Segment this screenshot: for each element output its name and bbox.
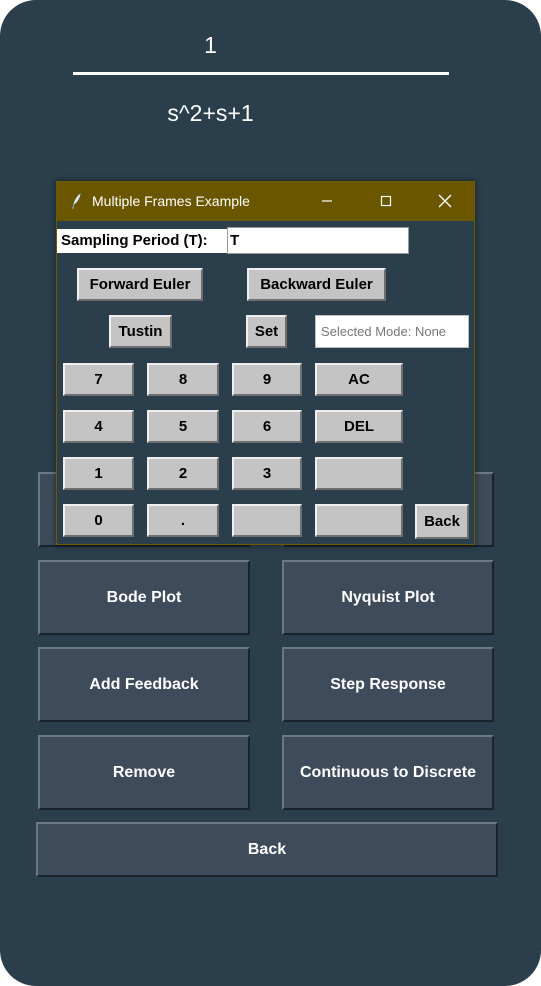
selected-mode-display: Selected Mode: None [315, 315, 469, 348]
tf-numerator: 1 [204, 32, 217, 58]
key-4[interactable]: 4 [63, 410, 134, 443]
key-9[interactable]: 9 [232, 363, 302, 396]
key-8[interactable]: 8 [147, 363, 219, 396]
backward-euler-button[interactable]: Backward Euler [247, 268, 386, 301]
feather-icon [71, 193, 82, 209]
dialog-back-button[interactable]: Back [415, 504, 469, 539]
sampling-period-input[interactable]: T [227, 227, 409, 254]
minimize-icon[interactable] [315, 189, 339, 213]
step-response-button[interactable]: Step Response [282, 647, 494, 722]
key-blank-3[interactable] [315, 504, 403, 537]
add-feedback-button[interactable]: Add Feedback [38, 647, 250, 722]
key-2[interactable]: 2 [147, 457, 219, 490]
key-1[interactable]: 1 [63, 457, 134, 490]
set-button[interactable]: Set [246, 315, 287, 348]
key-5[interactable]: 5 [147, 410, 219, 443]
continuous-to-discrete-button[interactable]: Continuous to Discrete [282, 735, 494, 810]
key-3[interactable]: 3 [232, 457, 302, 490]
key-dot[interactable]: . [147, 504, 219, 537]
forward-euler-button[interactable]: Forward Euler [77, 268, 203, 301]
main-back-button[interactable]: Back [36, 822, 498, 877]
multiple-frames-dialog: Multiple Frames Example Sampling Period … [56, 181, 475, 545]
key-del[interactable]: DEL [315, 410, 403, 443]
maximize-icon[interactable] [374, 189, 398, 213]
key-ac[interactable]: AC [315, 363, 403, 396]
remove-button[interactable]: Remove [38, 735, 250, 810]
key-0[interactable]: 0 [63, 504, 134, 537]
tustin-button[interactable]: Tustin [109, 315, 172, 348]
key-6[interactable]: 6 [232, 410, 302, 443]
fraction-bar [73, 72, 449, 75]
key-blank-2[interactable] [232, 504, 302, 537]
dialog-titlebar[interactable]: Multiple Frames Example [57, 182, 474, 221]
bode-plot-button[interactable]: Bode Plot [38, 560, 250, 635]
key-blank-1[interactable] [315, 457, 403, 490]
tf-denominator: s^2+s+1 [167, 100, 254, 126]
key-7[interactable]: 7 [63, 363, 134, 396]
sampling-period-label: Sampling Period (T): [57, 229, 227, 253]
dialog-title: Multiple Frames Example [92, 193, 250, 209]
close-icon[interactable] [433, 189, 457, 213]
nyquist-plot-button[interactable]: Nyquist Plot [282, 560, 494, 635]
app-screen: 1 s^2+s+1 Bode Plot Nyquist Plot Add Fee… [0, 0, 541, 986]
